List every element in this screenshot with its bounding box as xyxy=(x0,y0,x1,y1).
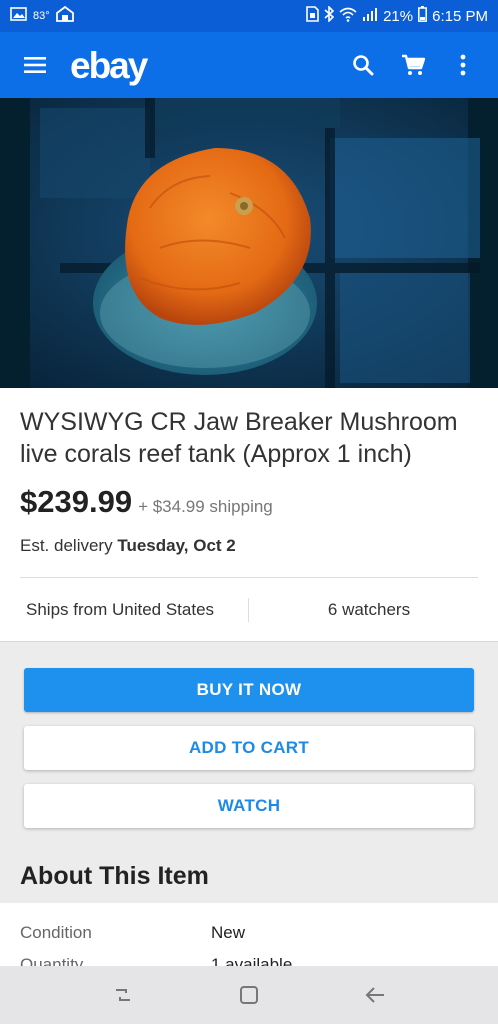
sim-icon xyxy=(305,6,319,26)
detail-label: Condition xyxy=(20,923,92,942)
more-icon[interactable] xyxy=(438,45,488,85)
home-icon xyxy=(55,5,74,26)
search-icon[interactable] xyxy=(338,45,388,85)
system-nav-bar xyxy=(0,966,498,1024)
image-icon xyxy=(10,7,27,25)
product-title: WYSIWYG CR Jaw Breaker Mushroom live cor… xyxy=(20,408,458,468)
signal-icon xyxy=(362,7,378,25)
delivery-date: Tuesday, Oct 2 xyxy=(117,536,236,555)
status-bar: 83° 21% 6:15 PM xyxy=(0,0,498,32)
recent-apps-icon[interactable] xyxy=(101,973,145,1017)
watch-button[interactable]: WATCH xyxy=(24,784,474,828)
battery-percent: 21% xyxy=(383,7,414,25)
price-row: $239.99 + $34.99 shipping xyxy=(20,484,273,520)
back-icon[interactable] xyxy=(353,973,397,1017)
menu-icon[interactable] xyxy=(18,48,52,82)
price: $239.99 xyxy=(20,484,133,519)
app-bar: ebay xyxy=(0,32,498,98)
home-button-icon[interactable] xyxy=(227,973,271,1017)
wifi-icon xyxy=(339,7,357,26)
item-details: Condition New Quantity 1 available xyxy=(0,903,498,973)
shipping-cost: + $34.99 shipping xyxy=(138,497,273,516)
product-image[interactable] xyxy=(0,98,498,388)
add-to-cart-button[interactable]: ADD TO CART xyxy=(24,726,474,770)
about-section-title: About This Item xyxy=(20,862,209,890)
detail-value: New xyxy=(211,923,246,942)
temperature: 83° xyxy=(33,10,50,22)
ebay-logo[interactable]: ebay xyxy=(70,47,148,84)
buy-it-now-button[interactable]: BUY IT NOW xyxy=(24,668,474,712)
cart-icon[interactable] xyxy=(388,45,438,85)
ships-from: Ships from United States xyxy=(26,600,215,619)
battery-icon xyxy=(418,6,428,26)
estimated-delivery: Est. delivery Tuesday, Oct 2 xyxy=(20,536,236,556)
watchers-count: 6 watchers xyxy=(327,600,411,619)
product-summary: WYSIWYG CR Jaw Breaker Mushroom live cor… xyxy=(0,388,498,642)
bluetooth-icon xyxy=(324,5,335,26)
delivery-label: Est. delivery xyxy=(20,536,113,555)
clock: 6:15 PM xyxy=(432,7,488,25)
